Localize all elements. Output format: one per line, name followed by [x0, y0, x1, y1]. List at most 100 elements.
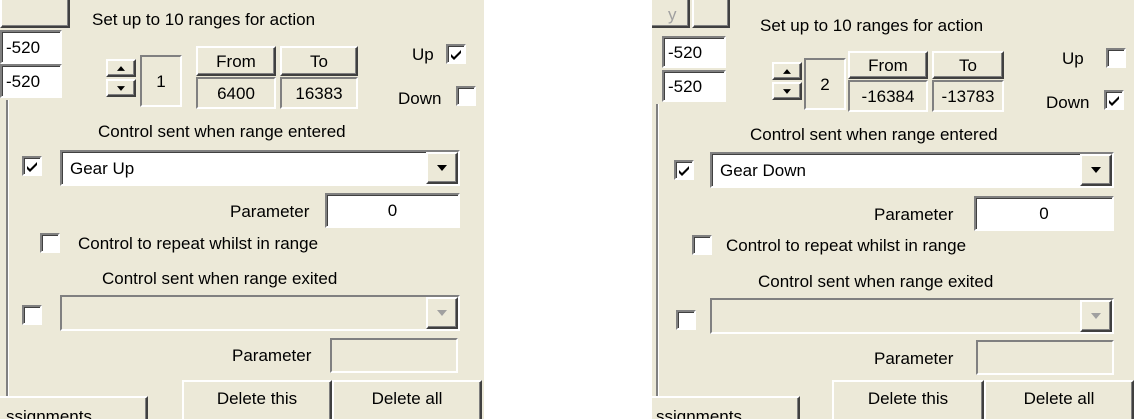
repeat-checkbox[interactable] — [40, 233, 60, 253]
up-label: Up — [412, 45, 434, 64]
entered-control-dropdown[interactable]: Gear Down — [710, 152, 1114, 188]
down-label: Down — [1046, 93, 1090, 112]
assignments-tab-label: ssignments — [6, 407, 92, 419]
cut-off-button-top-2[interactable] — [692, 0, 730, 28]
assignments-tab-label: ssignments — [656, 407, 742, 419]
cut-off-button-label: y — [668, 5, 677, 24]
delete-all-button[interactable]: Delete all — [332, 380, 482, 419]
spin-down-button[interactable] — [772, 82, 802, 100]
up-checkbox[interactable] — [446, 44, 466, 64]
assignments-tab[interactable]: ssignments — [652, 396, 800, 419]
exited-heading: Control sent when range exited — [102, 269, 338, 288]
ranges-heading: Set up to 10 ranges for action — [92, 10, 316, 29]
to-value: 16383 — [295, 83, 343, 103]
delete-this-button[interactable]: Delete this — [182, 380, 332, 419]
spin-down-button[interactable] — [106, 79, 136, 97]
exited-parameter-field[interactable] — [330, 338, 458, 373]
up-checkbox[interactable] — [1106, 48, 1126, 68]
to-value-field[interactable]: -13783 — [932, 80, 1004, 112]
entered-heading: Control sent when range entered — [750, 125, 998, 144]
left-value-text-2: -520 — [668, 77, 703, 96]
cut-off-button-top[interactable]: y — [652, 0, 690, 28]
entered-enable-checkbox[interactable] — [22, 156, 42, 176]
up-label: Up — [1062, 49, 1084, 68]
repeat-checkbox[interactable] — [692, 235, 712, 255]
left-value-text-2: -520 — [6, 72, 41, 91]
left-value-text-1: -520 — [6, 38, 41, 57]
from-value: 6400 — [217, 83, 255, 103]
left-value-field-2[interactable]: -520 — [662, 70, 726, 102]
left-value-field-1[interactable]: -520 — [0, 30, 62, 64]
entered-control-value: Gear Up — [70, 159, 135, 178]
dropdown-arrow-icon — [1091, 313, 1101, 319]
delete-all-label: Delete all — [371, 389, 443, 408]
entered-parameter-field[interactable]: 0 — [974, 196, 1114, 231]
group-box-border — [656, 104, 658, 419]
exited-control-dropdown[interactable] — [710, 298, 1114, 334]
spin-up-button[interactable] — [772, 62, 802, 80]
dropdown-button-disabled[interactable] — [1080, 300, 1112, 332]
repeat-label: Control to repeat whilst in range — [726, 236, 967, 255]
entered-enable-checkbox[interactable] — [674, 160, 694, 180]
entered-parameter-field[interactable]: 0 — [325, 193, 460, 228]
cut-off-button-top[interactable] — [0, 0, 70, 28]
dropdown-arrow-icon — [1091, 167, 1101, 173]
dropdown-button[interactable] — [1080, 154, 1112, 186]
range-panel-1: -520 -520 Set up to 10 ranges for action… — [0, 0, 484, 419]
from-button[interactable]: From — [196, 46, 276, 76]
entered-control-value: Gear Down — [720, 161, 806, 180]
entered-heading: Control sent when range entered — [98, 122, 346, 141]
check-mark-icon — [27, 162, 37, 172]
left-value-field-1[interactable]: -520 — [662, 36, 726, 68]
entered-parameter-value: 0 — [387, 201, 398, 220]
exited-parameter-field[interactable] — [976, 340, 1114, 375]
dropdown-button-disabled[interactable] — [426, 297, 458, 329]
spin-up-arrow-icon — [117, 65, 125, 71]
spin-up-button[interactable] — [106, 59, 136, 77]
from-label: From — [868, 55, 908, 75]
to-label: To — [310, 51, 328, 71]
spin-down-arrow-icon — [783, 88, 791, 94]
to-label: To — [959, 55, 977, 75]
delete-this-label: Delete this — [216, 389, 298, 408]
delete-this-label: Delete this — [867, 389, 949, 408]
down-checkbox[interactable] — [456, 86, 476, 106]
repeat-label: Control to repeat whilst in range — [78, 234, 319, 253]
parameter-label: Parameter — [874, 205, 954, 224]
assignments-tab[interactable]: ssignments — [0, 396, 148, 419]
dropdown-arrow-icon — [437, 310, 447, 316]
delete-all-label: Delete all — [1023, 389, 1095, 408]
from-value: -16384 — [861, 86, 915, 106]
range-number-display: 2 — [804, 58, 846, 110]
to-button[interactable]: To — [932, 51, 1004, 79]
to-value: -13783 — [941, 86, 995, 106]
spin-down-arrow-icon — [117, 85, 125, 91]
ranges-heading: Set up to 10 ranges for action — [760, 16, 984, 35]
exited-enable-checkbox[interactable] — [676, 310, 696, 330]
dropdown-arrow-icon — [437, 165, 447, 171]
from-value-field[interactable]: 6400 — [196, 77, 276, 109]
dropdown-button[interactable] — [426, 152, 458, 184]
entered-parameter-value: 0 — [1039, 204, 1049, 223]
parameter-label: Parameter — [230, 202, 310, 221]
delete-all-button[interactable]: Delete all — [984, 380, 1134, 419]
range-number: 2 — [820, 74, 830, 94]
exited-parameter-label: Parameter — [232, 346, 312, 365]
check-mark-icon — [679, 166, 689, 176]
to-value-field[interactable]: 16383 — [280, 77, 358, 109]
exited-enable-checkbox[interactable] — [22, 305, 42, 325]
from-value-field[interactable]: -16384 — [848, 80, 928, 112]
to-button[interactable]: To — [280, 46, 358, 76]
spin-up-arrow-icon — [783, 68, 791, 74]
group-box-border — [6, 100, 8, 419]
range-number: 1 — [156, 71, 166, 91]
exited-parameter-label: Parameter — [874, 349, 954, 368]
entered-control-dropdown[interactable]: Gear Up — [60, 150, 460, 186]
down-checkbox[interactable] — [1104, 90, 1124, 110]
exited-control-dropdown[interactable] — [60, 295, 460, 331]
from-button[interactable]: From — [848, 51, 928, 79]
delete-this-button[interactable]: Delete this — [832, 380, 984, 419]
left-value-field-2[interactable]: -520 — [0, 64, 62, 98]
range-panel-2: y -520 -520 Set up to 10 ranges for acti… — [652, 0, 1134, 419]
left-value-text-1: -520 — [668, 43, 703, 62]
